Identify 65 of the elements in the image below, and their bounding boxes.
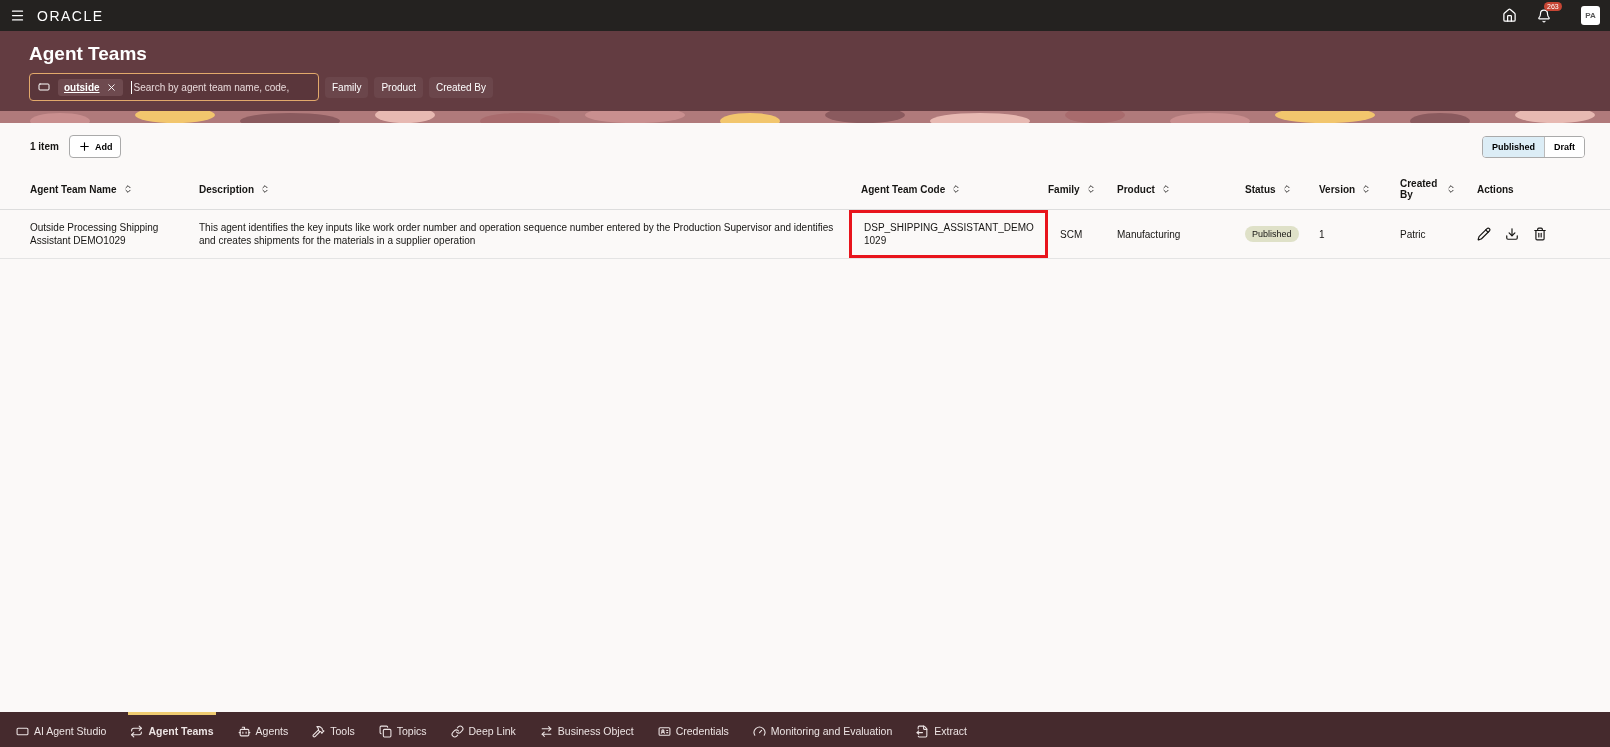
table-cell-text: Outside Processing Shipping Assistant DEMO1029 [30,221,160,247]
trash-icon[interactable] [1533,227,1547,241]
sort-icon[interactable] [1160,184,1171,194]
column-header[interactable]: Description [199,183,861,195]
sort-icon[interactable] [951,184,962,194]
plus-icon [77,140,91,153]
menu-icon[interactable] [10,8,25,23]
column-header[interactable]: Created By [1400,178,1477,200]
download-icon[interactable] [1505,227,1519,241]
sort-icon[interactable] [1446,184,1456,194]
column-header[interactable]: Version [1319,183,1400,195]
nav-tab[interactable]: Business Object [537,712,636,747]
user-avatar[interactable]: PA [1581,6,1600,25]
table-cell-text: Patric [1400,227,1427,241]
nav-tab[interactable]: Topics [376,712,429,747]
table-cell-text: 1 [1319,227,1326,241]
toggle-option[interactable]: Draft [1545,136,1584,157]
filter-button[interactable]: Product [374,76,423,98]
sort-icon[interactable] [1085,184,1096,194]
nav-tab[interactable]: Agent Teams [128,712,216,747]
column-header[interactable]: Agent Team Name [30,183,199,195]
highlighted-cell: DSP_SHIPPING_ASSISTANT_DEMO1029 [849,210,1048,258]
toggle-option[interactable]: Published [1482,136,1545,157]
nav-tab[interactable]: Tools [310,712,357,747]
nav-tab[interactable]: Credentials [655,712,731,747]
nav-tab[interactable]: Monitoring and Evaluation [750,712,895,747]
logo: ORACLE [37,7,104,24]
nav-tab[interactable]: Agents [235,712,291,747]
column-header[interactable]: Product [1117,183,1245,195]
sort-icon[interactable] [1281,184,1292,194]
hammer-icon [312,724,326,738]
sort-icon[interactable] [1361,184,1372,194]
gauge-icon [752,724,766,738]
home-icon[interactable] [1502,8,1517,23]
pill-icon [38,81,50,93]
swap-arrows-icon [539,724,553,738]
item-count: 1 item [30,141,59,152]
edit-icon[interactable] [1477,227,1491,241]
id-card-icon [657,724,671,738]
filter-button[interactable]: Family [325,76,369,98]
page-title: Agent Teams [29,43,148,65]
column-header: Actions [1477,183,1515,195]
arrows-loop-icon [130,724,144,738]
column-header[interactable]: Family [1048,183,1117,195]
add-button[interactable]: Add [68,135,122,158]
filter-chip[interactable]: outside [58,78,123,96]
search-field[interactable]: outside Search by agent team name, code, [29,73,319,101]
table-cell-text: This agent identifies the key inputs like work order number and operation sequence number entered by the Production Supervisor and identifies and creates shipments for the materials in a supplier operation [199,221,835,247]
column-header[interactable]: Agent Team Code [861,183,1048,195]
bell-icon[interactable] [1537,8,1551,23]
column-header[interactable]: Status [1245,183,1319,195]
nav-tab[interactable]: AI Agent Studio [14,712,109,747]
sort-icon[interactable] [122,184,133,194]
status-badge: Published [1245,226,1299,242]
nav-tab[interactable]: Extract [914,712,969,747]
link-icon [450,724,464,738]
table-cell-text: Manufacturing [1117,227,1182,241]
file-export-icon [916,724,930,738]
table-cell-text: SCM [1059,227,1084,241]
robot-icon [237,724,251,738]
close-icon[interactable] [105,81,117,93]
nav-tab[interactable]: Deep Link [448,712,518,747]
sort-icon[interactable] [260,184,270,194]
filter-button[interactable]: Created By [428,76,493,98]
copy-icon [378,724,392,738]
